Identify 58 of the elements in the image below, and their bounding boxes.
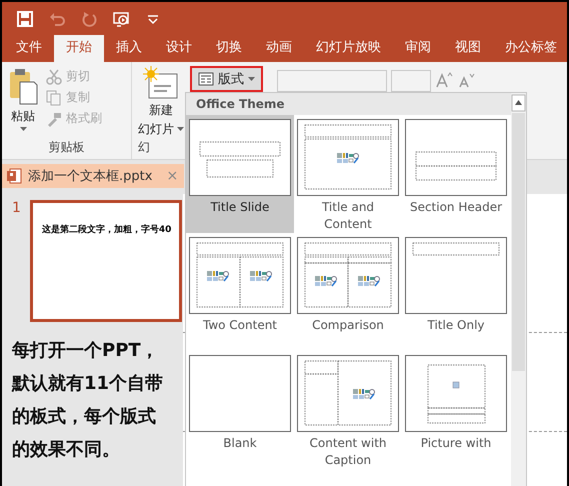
ribbon-tab[interactable]: 动画 xyxy=(254,35,304,62)
group-label: 剪贴板 xyxy=(48,139,86,156)
ribbon-tab[interactable]: 文件 xyxy=(4,35,54,62)
layout-option[interactable]: Comparison xyxy=(294,233,402,351)
caret-icon xyxy=(248,76,255,82)
slide-text: 这是第二段文字，加粗，字号40 xyxy=(42,223,172,236)
copy-button: 复制 xyxy=(46,89,102,106)
layout-option[interactable]: Content with Caption xyxy=(294,351,402,469)
ribbon-tab[interactable]: 办公标签 xyxy=(493,35,567,62)
scrollbar[interactable] xyxy=(511,93,526,486)
clipboard-icon xyxy=(8,66,38,106)
cut-button: 剪切 xyxy=(46,68,102,85)
layout-name: Comparison xyxy=(311,317,385,334)
save-icon[interactable] xyxy=(16,10,34,28)
ribbon-tab[interactable]: 幻灯片放映 xyxy=(304,35,393,62)
layout-name: Blank xyxy=(222,435,258,452)
font-name-field[interactable] xyxy=(277,70,387,92)
layout-option[interactable]: Title Slide xyxy=(186,115,294,233)
layout-option[interactable]: Blank xyxy=(186,351,294,469)
layout-option[interactable]: Title Only xyxy=(402,233,510,351)
ribbon-tab[interactable]: 开始 xyxy=(54,35,104,62)
paste-button[interactable]: 粘贴 xyxy=(8,66,38,139)
document-tab[interactable]: 添加一个文本框.pptx × xyxy=(2,164,184,188)
caret-icon xyxy=(177,127,184,132)
slide-thumbnail[interactable]: 这是第二段文字，加粗，字号40 xyxy=(30,200,182,322)
gallery-heading: Office Theme xyxy=(186,93,511,115)
document-icon xyxy=(6,168,22,184)
layout-option[interactable]: Title and Content xyxy=(294,115,402,233)
layout-name: Title and Content xyxy=(320,199,376,233)
group-label: 幻 xyxy=(138,139,151,156)
layout-button[interactable]: 版式 xyxy=(190,66,263,92)
ribbon-tab[interactable]: 视图 xyxy=(443,35,493,62)
brush-icon xyxy=(46,110,62,126)
layout-option[interactable]: Picture with xyxy=(402,351,510,469)
layout-option[interactable]: Two Content xyxy=(186,233,294,351)
ribbon-tab[interactable]: 审阅 xyxy=(393,35,443,62)
scissors-icon xyxy=(46,68,62,84)
layout-name: Picture with xyxy=(420,435,492,452)
grow-font-icon[interactable] xyxy=(435,70,453,88)
layout-name: Content with Caption xyxy=(308,435,388,469)
new-slide-icon xyxy=(143,66,179,100)
ribbon-tab[interactable]: 设计 xyxy=(154,35,204,62)
layout-name: Title Slide xyxy=(210,199,270,216)
layout-name: Title Only xyxy=(426,317,486,334)
layout-name: Two Content xyxy=(202,317,278,334)
slide-number: 1 xyxy=(12,200,21,218)
new-slide-button[interactable]: 新建 幻灯片 xyxy=(138,66,184,139)
layout-icon xyxy=(198,72,214,86)
annotation-text: 每打开一个PPT，默认就有11个自带的板式，每个版式的效果不同。 xyxy=(12,339,164,462)
ribbon-tab[interactable]: 切换 xyxy=(204,35,254,62)
caret-icon xyxy=(20,127,26,132)
ribbon-tab[interactable]: 插入 xyxy=(104,35,154,62)
presentation-icon[interactable] xyxy=(112,10,130,28)
font-size-field[interactable] xyxy=(391,70,431,92)
layout-option[interactable]: Section Header xyxy=(402,115,510,233)
layout-name: Section Header xyxy=(408,199,504,216)
format-painter-button: 格式刷 xyxy=(46,110,102,127)
copy-icon xyxy=(46,90,62,106)
